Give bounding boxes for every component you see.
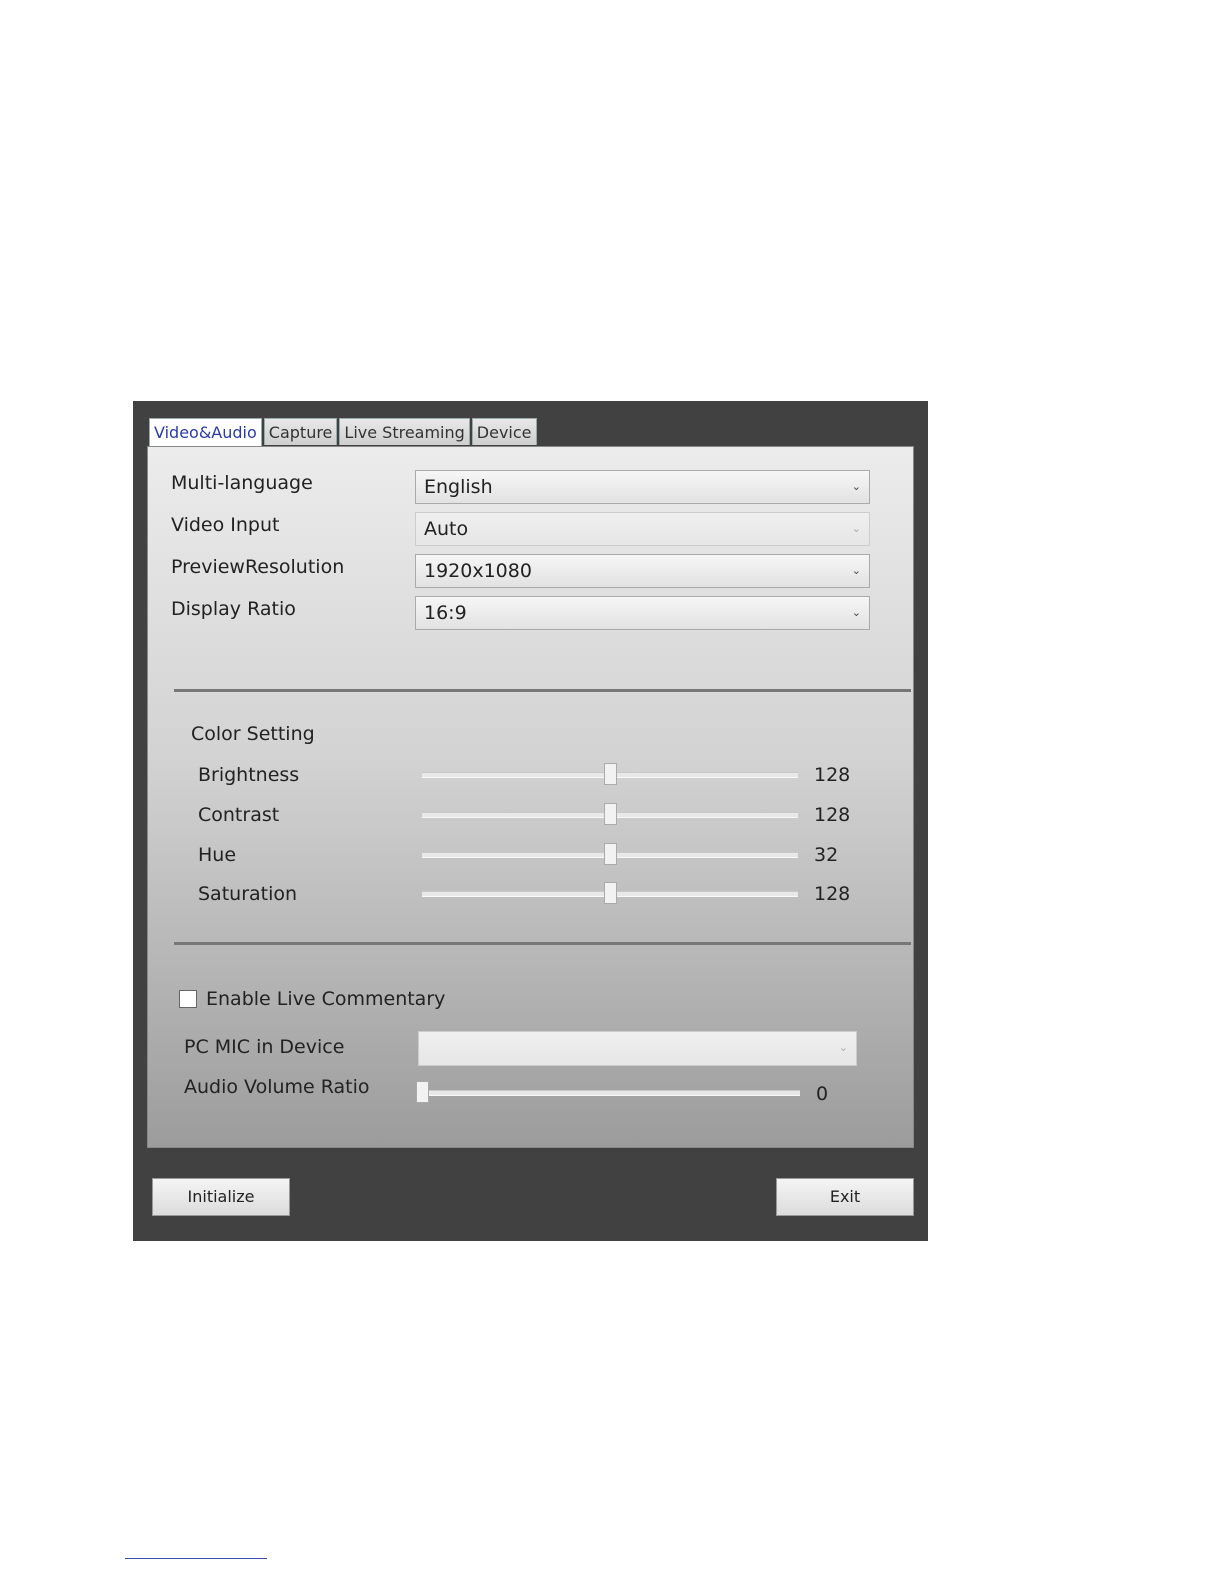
initialize-button[interactable]: Initialize — [152, 1178, 290, 1216]
multi-language-select[interactable]: English ⌄ — [415, 470, 870, 504]
display-ratio-value: 16:9 — [424, 602, 467, 624]
tab-device[interactable]: Device — [471, 418, 537, 445]
hue-label: Hue — [198, 844, 237, 866]
pc-mic-label: PC MIC in Device — [184, 1036, 345, 1058]
preview-resolution-select[interactable]: 1920x1080 ⌄ — [415, 554, 870, 588]
chevron-down-icon: ⌄ — [838, 1041, 848, 1054]
section-divider — [174, 942, 911, 945]
video-input-value: Auto — [424, 518, 469, 540]
video-input-select[interactable]: Auto ⌄ — [415, 512, 870, 546]
audio-volume-slider-thumb[interactable] — [416, 1081, 429, 1103]
tab-video-audio[interactable]: Video&Audio — [149, 418, 262, 446]
hue-slider-thumb[interactable] — [603, 843, 617, 865]
brightness-value: 128 — [814, 764, 851, 786]
multi-language-value: English — [424, 476, 493, 498]
enable-live-commentary-checkbox[interactable] — [179, 990, 197, 1008]
brightness-slider-thumb[interactable] — [603, 763, 617, 785]
section-divider — [174, 689, 911, 692]
exit-button[interactable]: Exit — [776, 1178, 914, 1216]
preview-resolution-value: 1920x1080 — [424, 560, 532, 582]
contrast-slider-thumb[interactable] — [603, 803, 617, 825]
audio-volume-value: 0 — [816, 1083, 829, 1105]
chevron-down-icon: ⌄ — [851, 522, 861, 535]
multi-language-label: Multi-language — [171, 472, 313, 494]
tab-capture[interactable]: Capture — [263, 418, 338, 445]
display-ratio-select[interactable]: 16:9 ⌄ — [415, 596, 870, 630]
display-ratio-label: Display Ratio — [171, 598, 296, 620]
audio-volume-ratio-label: Audio Volume Ratio — [184, 1076, 370, 1098]
contrast-value: 128 — [814, 804, 851, 826]
tab-live-streaming[interactable]: Live Streaming — [339, 418, 470, 445]
audio-volume-slider[interactable] — [416, 1090, 800, 1096]
chevron-down-icon: ⌄ — [851, 606, 861, 619]
chevron-down-icon: ⌄ — [851, 480, 861, 493]
saturation-label: Saturation — [198, 883, 298, 905]
contrast-label: Contrast — [198, 804, 280, 826]
saturation-slider-thumb[interactable] — [603, 882, 617, 904]
footnote-rule — [125, 1558, 267, 1559]
brightness-label: Brightness — [198, 764, 300, 786]
hue-value: 32 — [814, 844, 839, 866]
enable-live-commentary-label[interactable]: Enable Live Commentary — [206, 988, 445, 1010]
video-input-label: Video Input — [171, 514, 280, 536]
pc-mic-select[interactable]: ⌄ — [418, 1031, 857, 1066]
color-setting-title: Color Setting — [191, 723, 315, 745]
tab-bar: Video&Audio Capture Live Streaming Devic… — [149, 418, 539, 446]
chevron-down-icon: ⌄ — [851, 564, 861, 577]
preview-resolution-label: PreviewResolution — [171, 556, 345, 578]
saturation-value: 128 — [814, 883, 851, 905]
